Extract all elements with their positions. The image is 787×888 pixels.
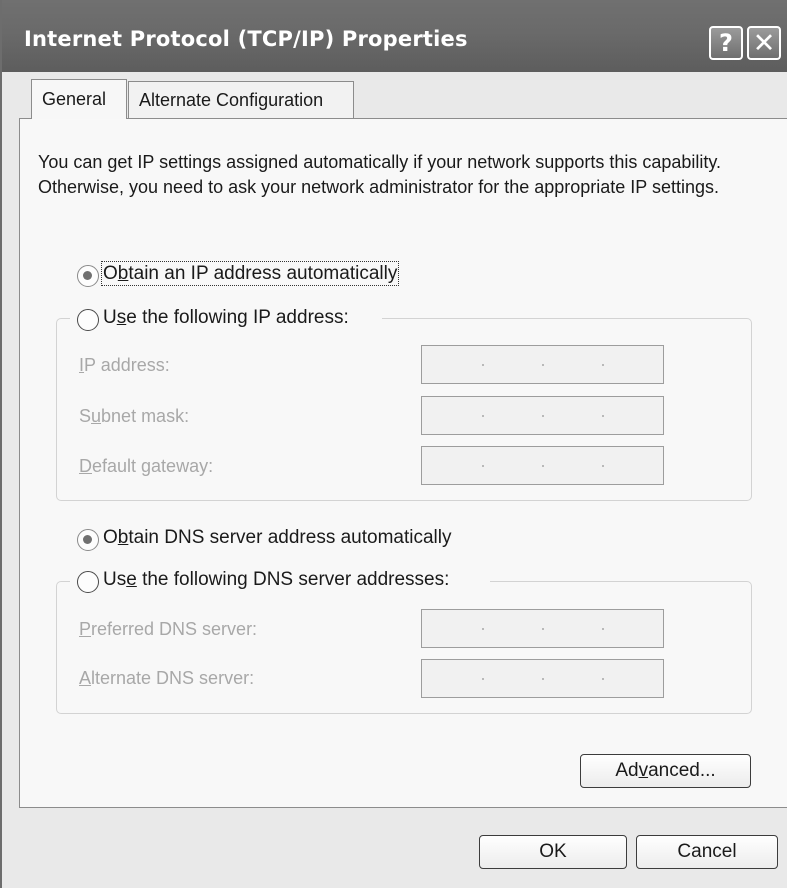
ok-button[interactable]: OK — [479, 835, 627, 869]
obtain-ip-auto-label[interactable]: Obtain an IP address automatically — [100, 261, 400, 286]
alternate-dns-input[interactable] — [421, 659, 664, 698]
subnet-mask-label: Subnet mask: — [79, 406, 190, 426]
default-gateway-input[interactable] — [421, 446, 664, 485]
cancel-button[interactable]: Cancel — [636, 835, 778, 869]
help-button[interactable]: ? — [709, 26, 743, 60]
tcpip-properties-dialog: Internet Protocol (TCP/IP) Properties ? … — [0, 0, 787, 888]
use-following-dns-radio[interactable] — [77, 571, 99, 593]
obtain-ip-auto-radio[interactable] — [77, 265, 99, 287]
tab-general[interactable]: General — [31, 79, 127, 119]
tab-general-label: General — [42, 89, 107, 109]
alternate-dns-label: Alternate DNS server: — [79, 668, 255, 688]
help-icon: ? — [719, 29, 733, 57]
tab-alternate-configuration[interactable]: Alternate Configuration — [128, 81, 354, 119]
preferred-dns-input[interactable] — [421, 609, 664, 648]
default-gateway-label: Default gateway: — [79, 456, 214, 476]
title-bar[interactable]: Internet Protocol (TCP/IP) Properties ? … — [2, 0, 787, 72]
use-following-ip-radio[interactable] — [77, 309, 99, 331]
intro-text: You can get IP settings assigned automat… — [38, 152, 722, 197]
advanced-button[interactable]: Ad v anced... — [580, 754, 751, 788]
ip-address-input[interactable] — [421, 345, 664, 384]
ip-address-label: IP address: — [79, 355, 170, 375]
tab-alternate-configuration-label: Alternate Configuration — [139, 90, 324, 110]
obtain-dns-auto-label[interactable]: Obtain DNS server address automatically — [103, 527, 452, 549]
obtain-ip-auto-text: Obtain an IP address automatically — [100, 261, 400, 286]
use-following-ip-label[interactable]: Use the following IP address: — [103, 307, 349, 329]
close-icon: ✕ — [752, 27, 776, 59]
preferred-dns-label: Preferred DNS server: — [79, 619, 258, 639]
window-title: Internet Protocol (TCP/IP) Properties — [24, 27, 468, 51]
use-following-dns-label[interactable]: Use the following DNS server addresses: — [103, 569, 449, 591]
close-button[interactable]: ✕ — [747, 26, 781, 60]
subnet-mask-input[interactable] — [421, 396, 664, 435]
cancel-button-label: Cancel — [677, 841, 737, 862]
obtain-dns-auto-radio[interactable] — [77, 529, 99, 551]
ok-button-label: OK — [539, 841, 567, 862]
